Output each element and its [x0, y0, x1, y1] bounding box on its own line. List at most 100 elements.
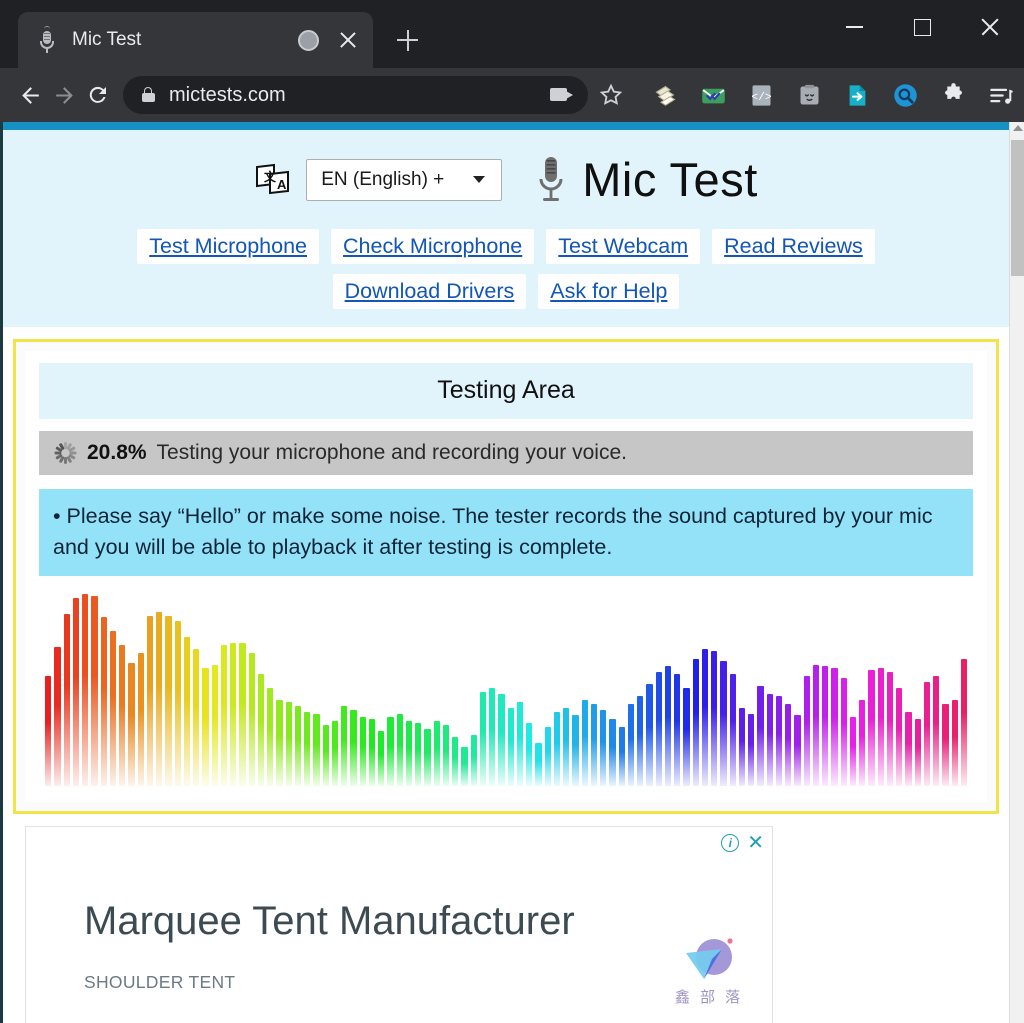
arrow-right-icon[interactable] [52, 75, 77, 115]
spectrum-bar [720, 660, 727, 787]
test-instructions: • Please say “Hello” or make some noise.… [39, 489, 973, 577]
spectrum-bar [433, 721, 440, 787]
spectrum-bar [359, 717, 366, 787]
spectrum-bar [618, 727, 625, 787]
plus-icon[interactable] [385, 18, 429, 62]
spectrum-bar [868, 670, 875, 787]
nav-link-download-drivers[interactable]: Download Drivers [332, 274, 527, 309]
spectrum-bar [128, 662, 135, 787]
ad-choices-info-icon[interactable]: i [721, 834, 740, 853]
spectrum-bar [572, 715, 579, 787]
browser-window: Mic Test mictests.com </> 文 A EN (Englis… [0, 0, 1024, 1023]
search-magnifier-icon[interactable] [881, 73, 929, 117]
spectrum-bar [646, 684, 653, 787]
nav-link-read-reviews[interactable]: Read Reviews [712, 229, 875, 264]
spectrum-bar [951, 699, 958, 787]
spectrum-bar [803, 676, 810, 787]
arrow-left-icon[interactable] [18, 75, 43, 115]
spectrum-bar [933, 676, 940, 787]
clipboard-face-icon[interactable] [785, 73, 833, 117]
spectrum-bar [877, 668, 884, 787]
code-brackets-icon[interactable]: </> [737, 73, 785, 117]
address-bar[interactable]: mictests.com [123, 76, 588, 114]
spectrum-bar [63, 613, 70, 787]
close-icon[interactable] [337, 29, 359, 51]
nav-link-test-webcam[interactable]: Test Webcam [546, 229, 701, 264]
spectrum-bar [553, 711, 560, 787]
vertical-scrollbar[interactable] [1009, 122, 1024, 1023]
mail-check-icon[interactable] [689, 73, 737, 117]
site-nav-row-2: Download Drivers Ask for Help [3, 274, 1009, 309]
scroll-up-arrow-icon[interactable] [1013, 125, 1023, 131]
export-document-icon[interactable] [833, 73, 881, 117]
copy-pages-icon[interactable] [641, 73, 689, 117]
spectrum-bar [655, 672, 662, 787]
spectrum-bar [193, 648, 200, 787]
testing-area-panel: Testing Area 20.8% Testing your micropho… [13, 339, 999, 815]
star-icon[interactable] [598, 75, 624, 115]
site-nav-row-1: Test Microphone Check Microphone Test We… [3, 229, 1009, 264]
spectrum-bar [405, 721, 412, 787]
spectrum-bar [627, 703, 634, 787]
site-header-row: 文 A EN (English) + Mic Test [3, 152, 1009, 207]
advertisement-region: i ✕ Marquee Tent Manufacturer SHOULDER T… [3, 826, 1009, 1023]
spectrum-bar [516, 701, 523, 787]
browser-title-bar: Mic Test [0, 0, 1024, 68]
puzzle-piece-icon[interactable] [929, 73, 977, 117]
tab-title: Mic Test [72, 29, 142, 50]
audio-spectrum-visualizer [39, 590, 973, 787]
spectrum-bar [72, 597, 79, 787]
browser-tab[interactable]: Mic Test [18, 12, 373, 68]
spectrum-bar [581, 699, 588, 787]
spectrum-bar [146, 615, 153, 787]
spectrum-bar [304, 711, 311, 787]
microphone-icon [36, 26, 58, 53]
spectrum-bar [202, 668, 209, 787]
testing-area-inner: Testing Area 20.8% Testing your micropho… [25, 351, 987, 803]
page-accent-bar [3, 122, 1009, 130]
web-page: 文 A EN (English) + Mic Test Test Microph… [0, 122, 1009, 1023]
spectrum-bar [822, 666, 829, 787]
spectrum-bar [470, 735, 477, 787]
nav-link-test-microphone[interactable]: Test Microphone [137, 229, 319, 264]
ad-card[interactable]: i ✕ Marquee Tent Manufacturer SHOULDER T… [25, 826, 773, 1023]
nav-link-check-microphone[interactable]: Check Microphone [331, 229, 535, 264]
spectrum-bar [91, 595, 98, 787]
spectrum-bar [812, 664, 819, 787]
spectrum-bar [775, 695, 782, 787]
reload-icon[interactable] [86, 75, 110, 115]
page-title: Mic Test [582, 153, 758, 206]
page-viewport: 文 A EN (English) + Mic Test Test Microph… [0, 122, 1024, 1023]
spectrum-bar [785, 703, 792, 787]
spectrum-bar [637, 695, 644, 787]
spectrum-bar [563, 707, 570, 787]
spectrum-bar [313, 713, 320, 787]
microphone-icon [534, 153, 568, 207]
language-select[interactable]: EN (English) + [306, 158, 503, 201]
spectrum-bar [766, 693, 773, 787]
playlist-music-icon[interactable] [977, 73, 1024, 117]
spectrum-bar [738, 707, 745, 787]
spectrum-bar [119, 644, 126, 787]
video-camera-icon[interactable] [550, 86, 576, 104]
spectrum-bar [239, 642, 246, 787]
ad-close-icon[interactable]: ✕ [747, 833, 764, 853]
spectrum-bar [294, 705, 301, 787]
minimize-icon[interactable] [820, 0, 888, 54]
spectrum-bar [331, 721, 338, 787]
spectrum-bar [498, 693, 505, 787]
spectrum-bar [664, 666, 671, 787]
test-status-message: Testing your microphone and recording yo… [156, 441, 627, 464]
record-circle-icon[interactable] [298, 29, 319, 51]
maximize-icon[interactable] [888, 0, 956, 54]
close-icon[interactable] [956, 0, 1024, 54]
test-progress-percent: 20.8% [87, 441, 147, 464]
nav-link-ask-for-help[interactable]: Ask for Help [538, 274, 680, 309]
vertical-scroll-thumb[interactable] [1011, 140, 1024, 276]
window-controls [820, 0, 1024, 54]
spectrum-bar [165, 615, 172, 787]
spectrum-bar [674, 674, 681, 787]
tab-strip: Mic Test [0, 0, 429, 68]
spectrum-bar [322, 725, 329, 787]
spectrum-bar [424, 729, 431, 787]
